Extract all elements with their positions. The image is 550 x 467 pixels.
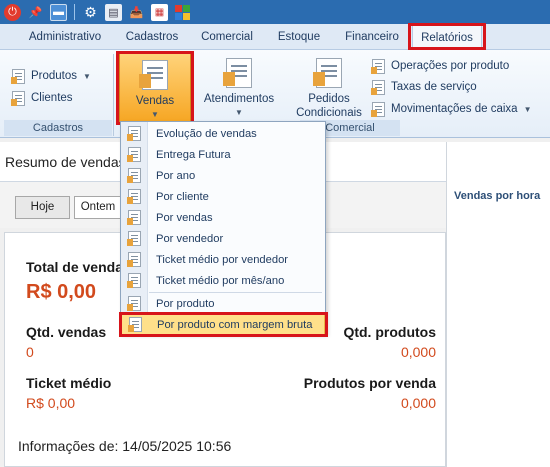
menu-item-por-vendas[interactable]: Por vendas [121,207,325,228]
total-vendas-label: Total de vendas [26,259,131,275]
group-label-cadastros: Cadastros [4,120,112,136]
chevron-down-icon: ▼ [83,71,91,81]
minimize-icon[interactable]: ▬ [50,3,67,21]
menu-item-por-produto-com-margem-bruta[interactable]: Por produto com margem bruta [121,314,325,335]
gear-icon[interactable]: ⚙ [82,4,99,21]
taxas-label: Taxas de serviço [391,81,477,93]
operacoes-por-produto-button[interactable]: Operações por produto [371,56,510,76]
document-stack-icon[interactable]: ▤ [105,3,122,21]
calendar-icon[interactable]: ▦ [151,3,168,21]
page-title: Resumo de vendas [5,154,126,170]
ribbon-tabs: Administrativo Cadastros Comercial Estoq… [0,24,550,50]
hoje-button[interactable]: Hoje [15,196,70,219]
report-icon [127,296,141,311]
menu-item-label: Ticket médio por mês/ano [156,274,285,287]
vendas-dropdown-menu: Evolução de vendas Entrega Futura Por an… [120,121,326,335]
menu-item-ticket-medio-por-vendedor[interactable]: Ticket médio por vendedor [121,249,325,270]
report-icon [127,168,141,183]
menu-item-por-vendedor[interactable]: Por vendedor [121,228,325,249]
produtos-por-venda-value: 0,000 [400,395,436,411]
pin-icon[interactable]: 📌 [27,4,44,21]
menu-item-label: Por produto [156,297,215,310]
report-icon [127,189,141,204]
report-icon [11,90,25,106]
report-icon [127,126,141,141]
report-icon [371,101,385,117]
atendimentos-button[interactable]: Atendimentos ▼ [200,58,278,120]
chevron-down-icon: ▼ [523,104,532,114]
vendas-button[interactable]: Vendas ▼ [119,53,191,123]
menu-item-entrega-futura[interactable]: Entrega Futura [121,144,325,165]
pedidos-condicionais-button[interactable]: Pedidos Condicionais [292,58,366,120]
clientes-button[interactable]: Clientes [11,88,73,108]
report-icon [127,231,141,246]
windows-tiles-icon[interactable] [174,4,191,21]
movimentacoes-de-caixa-button[interactable]: Movimentações de caixa ▼ [371,99,532,119]
ticket-medio-label: Ticket médio [26,375,112,391]
atendimentos-label: Atendimentos [203,93,275,105]
menu-item-label: Entrega Futura [156,148,231,161]
tab-relatorios[interactable]: Relatórios [412,24,482,50]
vendas-por-hora-panel: Vendas por hora [446,142,550,467]
menu-item-label: Evolução de vendas [156,127,257,140]
menu-item-label: Ticket médio por vendedor [156,253,289,266]
total-vendas-value: R$ 0,00 [26,281,97,303]
produtos-por-venda-label: Produtos por venda [303,375,436,391]
taxas-de-servico-button[interactable]: Taxas de serviço [371,77,477,97]
menu-item-label: Por cliente [156,190,209,203]
chevron-down-icon: ▼ [235,108,243,117]
menu-item-label: Por ano [156,169,196,182]
vendas-content: Vendas ▼ [120,60,190,122]
tab-financeiro[interactable]: Financeiro [336,24,408,50]
info-timestamp: Informações de: 14/05/2025 10:56 [18,438,232,454]
menu-item-por-produto[interactable]: Por produto [121,293,325,314]
clientes-label: Clientes [31,92,73,104]
qtd-produtos-label: Qtd. produtos [343,324,436,340]
produtos-button[interactable]: Produtos ▼ [11,66,91,86]
menu-item-por-cliente[interactable]: Por cliente [121,186,325,207]
qtd-vendas-label: Qtd. vendas [26,324,107,340]
pedidos-label-line1: Pedidos [308,93,350,105]
chevron-down-icon: ▼ [151,110,159,119]
movimentacoes-label: Movimentações de caixa [391,103,518,115]
tab-cadastros[interactable]: Cadastros [118,24,186,50]
tab-comercial[interactable]: Comercial [194,24,260,50]
toolbar-separator [74,4,75,20]
report-icon [127,210,141,225]
pedidos-label-line2: Condicionais [296,107,362,119]
report-icon [127,147,141,162]
tab-administrativo[interactable]: Administrativo [17,24,113,50]
report-icon [11,68,25,84]
menu-item-label: Por vendedor [156,232,224,245]
power-icon[interactable]: ⏻ [4,3,21,21]
qtd-produtos-value: 0,000 [400,344,436,360]
qtd-vendas-value: 0 [26,344,34,360]
menu-item-ticket-medio-por-mes-ano[interactable]: Ticket médio por mês/ano [121,270,325,291]
produtos-label: Produtos [31,70,78,82]
ontem-button[interactable]: Ontem [74,196,122,219]
ticket-medio-value: R$ 0,00 [26,395,76,411]
vendas-por-hora-title: Vendas por hora [454,190,541,202]
report-icon [223,58,252,88]
operacoes-label: Operações por produto [391,60,510,72]
report-icon [139,60,168,90]
report-icon [128,317,142,332]
group-separator [113,54,114,136]
quick-access-toolbar: ⏻ 📌 ▬ ⚙ ▤ 📥 ▦ [0,0,550,24]
report-icon [313,58,342,88]
report-icon [371,79,385,95]
tab-estoque[interactable]: Estoque [268,24,330,50]
report-icon [127,273,141,288]
menu-item-por-ano[interactable]: Por ano [121,165,325,186]
report-icon [127,252,141,267]
tray-icon[interactable]: 📥 [128,4,145,21]
report-icon [371,58,385,74]
vendas-label: Vendas [135,95,175,107]
menu-item-label: Por produto com margem bruta [157,318,313,331]
menu-item-label: Por vendas [156,211,213,224]
menu-item-evolucao-de-vendas[interactable]: Evolução de vendas [121,123,325,144]
